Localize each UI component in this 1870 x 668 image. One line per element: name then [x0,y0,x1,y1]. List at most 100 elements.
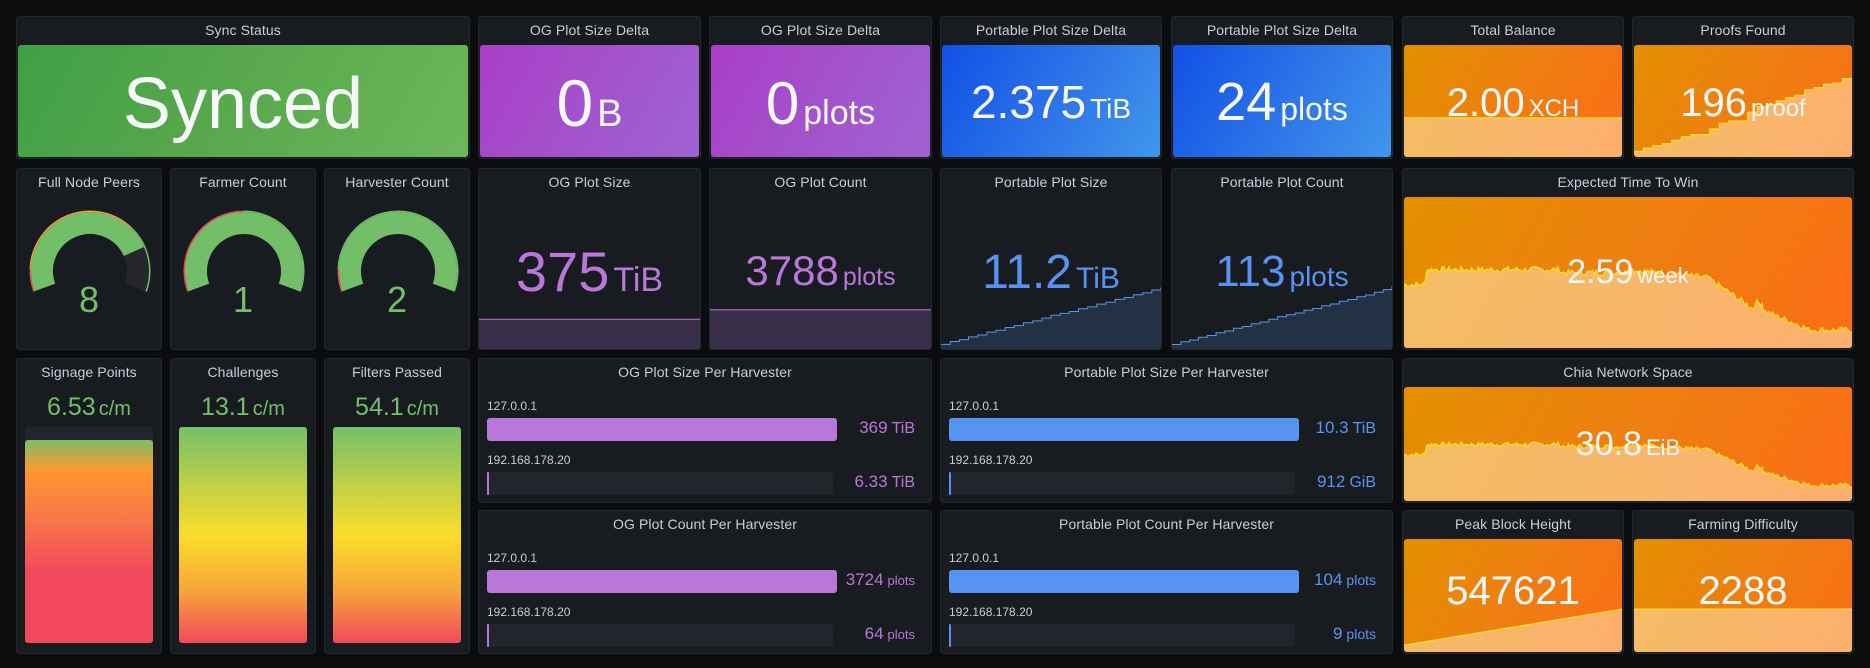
harvester-label: 127.0.0.1 [949,551,1000,565]
panel-portable-plot-size-delta[interactable]: Portable Plot Size Delta 2.375 TiB [940,16,1162,159]
stat-value: 196 proof [1634,81,1852,126]
stat-number: 196 [1680,81,1748,125]
panel-peak-block-height[interactable]: Peak Block Height 547621 [1402,510,1624,654]
value-unit: c/m [406,398,439,420]
value-unit: TiB [891,420,915,437]
stat-number: 11.2 [982,246,1072,299]
harvester-label: 127.0.0.1 [949,399,1000,413]
harvester-bar-track [487,570,837,593]
panel-full-node-peers[interactable]: Full Node Peers 8 [16,168,162,350]
panel-title: Sync Status [205,22,281,38]
gauge-value-arc [339,212,457,292]
stat-unit: week [1637,263,1689,288]
harvester-label: 192.168.178.20 [487,605,571,619]
panel-chia-network-space[interactable]: Chia Network Space 30.8 EiB [1402,358,1854,503]
panel-portable-plot-size[interactable]: Portable Plot Size 11.2 TiB [940,168,1162,350]
value-number: 54.1 [355,393,404,421]
panel-portable-plot-count-per-harvester[interactable]: Portable Plot Count Per Harvester 127.0.… [940,510,1393,654]
stat-unit: EiB [1645,435,1681,460]
harvester-bar-track [487,418,837,441]
stat-unit: plots [803,94,876,132]
panel-signage-points[interactable]: Signage Points 6.53 c/m [16,358,162,654]
bar-gauge-fill [333,427,461,643]
harvester-bar-fill [949,472,951,495]
value-number: 912 [1316,472,1346,491]
value-unit: plots [887,627,915,642]
value-number: 369 [859,418,888,437]
panel-title: OG Plot Size Delta [529,22,650,38]
value-number: 6.33 [854,472,888,491]
harvester-bar-track [949,570,1299,593]
panel-portable-plot-count-delta[interactable]: Portable Plot Size Delta 24 plots [1171,16,1393,159]
panel-harvester-count[interactable]: Harvester Count 2 [324,168,470,350]
panel-title: Filters Passed [351,364,443,380]
stat-unit: B [597,93,623,135]
stat-value: 3788 plots [710,247,931,295]
harvester-label: 192.168.178.20 [949,605,1033,619]
panel-title: Proofs Found [1700,22,1786,38]
panel-proofs-found[interactable]: Proofs Found 196 proof [1632,16,1854,159]
stat-box: 2.375 TiB [942,45,1160,157]
stat-box: 30.8 EiB [1404,387,1852,501]
harvester-value: 64 plots [865,624,915,644]
harvester-bar-track [949,472,1295,495]
stat-box: 196 proof [1634,45,1852,157]
panel-portable-plot-count[interactable]: Portable Plot Count 113 plots [1171,168,1393,350]
panel-og-plot-count-delta[interactable]: OG Plot Size Delta 0 plots [709,16,932,159]
stat-number: 3788 [745,247,839,294]
panel-farmer-count[interactable]: Farmer Count 1 [170,168,316,350]
panel-og-plot-count[interactable]: OG Plot Count 3788 plots [709,168,932,350]
sparkline-area [1404,609,1622,652]
harvester-label: 127.0.0.1 [487,551,538,565]
value-unit: c/m [98,398,131,420]
panel-filters-passed[interactable]: Filters Passed 54.1 c/m [324,358,470,654]
value-number: 9 [1332,624,1343,643]
gauge-value-arc [31,212,144,292]
stat-value: 11.2 TiB [941,245,1161,300]
stat-number: 2.00 [1446,81,1525,125]
stat-value: 2.375 TiB [942,75,1160,129]
panel-farming-difficulty[interactable]: Farming Difficulty 2288 [1632,510,1854,654]
value-unit: GiB [1349,474,1376,491]
stat-box: 0 plots [711,45,930,157]
bar-gauge-fill [179,427,307,643]
panel-title: Portable Plot Size Per Harvester [1064,364,1269,380]
harvester-value: 912 GiB [1317,472,1376,492]
harvester-count-gauge [337,210,459,292]
panel-title: Peak Block Height [1454,516,1572,532]
stat-value: 0B [480,65,699,141]
stat-value: 30.8 EiB [1404,425,1852,464]
stat-number: 375 [515,240,610,303]
panel-challenges[interactable]: Challenges 13.1 c/m [170,358,316,654]
panel-og-plot-size[interactable]: OG Plot Size 375 TiB [478,168,701,350]
panel-title: Challenges [207,364,279,380]
panel-sync-status[interactable]: Sync Status Synced [16,16,470,159]
bar-gauge-fill [25,439,153,643]
panel-total-balance[interactable]: Total Balance 2.00 XCH [1402,16,1624,159]
value-unit: plots [1346,572,1376,588]
stat-unit: XCH [1528,95,1580,122]
panel-portable-plot-size-per-harvester[interactable]: Portable Plot Size Per Harvester 127.0.0… [940,358,1393,503]
stat-value: 375 TiB [479,239,700,304]
harvester-bar-fill [949,570,1299,593]
panel-title: Portable Plot Size Delta [1206,22,1358,38]
gauge-value: 8 [78,279,100,320]
sparkline-area [479,319,700,349]
stat-value: 2.00 XCH [1404,81,1622,126]
value-number: 104 [1314,570,1343,589]
value-unit: plots [887,573,915,588]
sparkline-area [1634,609,1852,652]
value-number: 13.1 [201,393,250,421]
harvester-value: 6.33 TiB [855,472,916,492]
harvester-value: 3724 plots [846,570,915,590]
panel-og-plot-size-per-harvester[interactable]: OG Plot Size Per Harvester 127.0.0.1 369 T… [478,358,932,503]
harvester-bar-track [949,624,1295,647]
stat-number: 24 [1216,72,1277,132]
sparkline-area [710,309,931,349]
gauge-value: 2 [386,279,408,320]
panel-og-plot-size-delta[interactable]: OG Plot Size Delta 0B [478,16,701,159]
stat-unit: TiB [613,261,664,299]
panel-expected-time-to-win[interactable]: Expected Time To Win 2.59 week [1402,168,1854,350]
panel-og-plot-count-per-harvester[interactable]: OG Plot Count Per Harvester 127.0.0.1 372… [478,510,932,654]
stat-box: 547621 [1404,539,1622,652]
